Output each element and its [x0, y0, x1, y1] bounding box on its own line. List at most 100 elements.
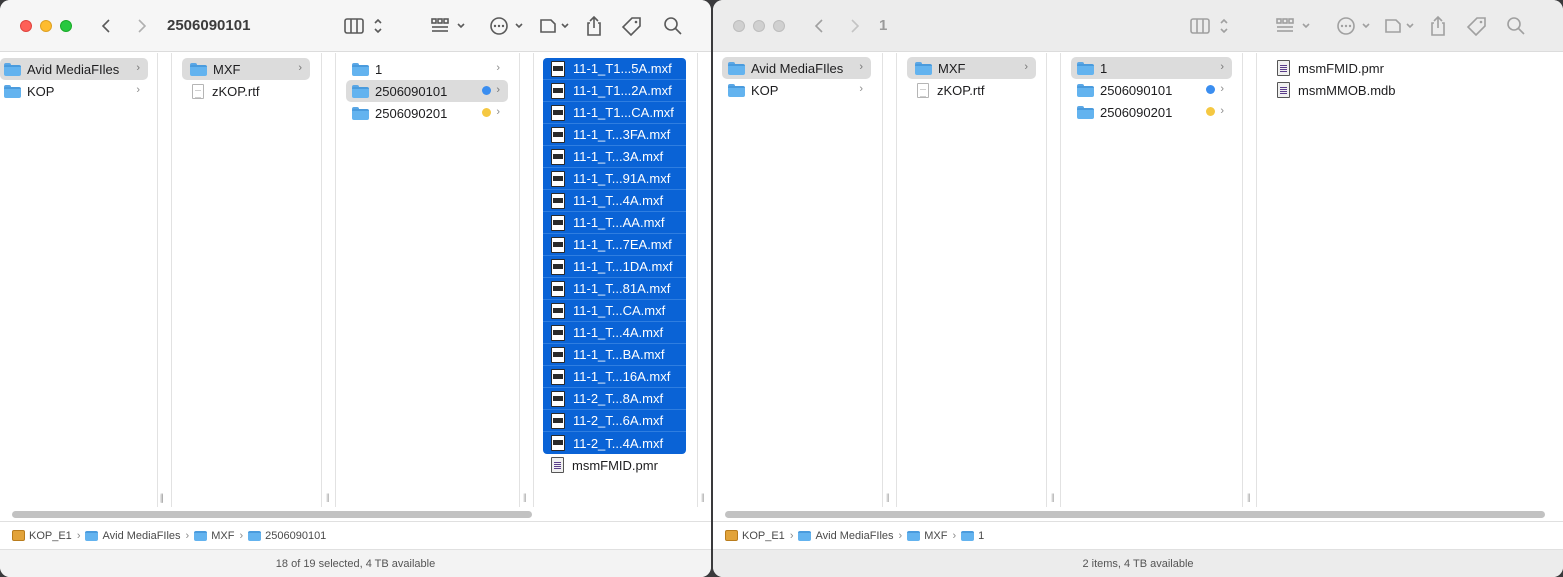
group-button[interactable]	[1275, 14, 1315, 38]
list-item-mxf-file[interactable]: 11-1_T1...CA.mxf	[543, 102, 686, 124]
view-mode-button[interactable]	[343, 14, 387, 38]
more-button[interactable]	[488, 14, 528, 38]
path-separator-icon: ›	[239, 529, 244, 542]
tag-button[interactable]	[620, 14, 644, 38]
minimize-button[interactable]	[40, 20, 52, 32]
close-button[interactable]	[733, 20, 745, 32]
more-button[interactable]	[1335, 14, 1375, 38]
minimize-button[interactable]	[753, 20, 765, 32]
path-separator-icon: ›	[898, 529, 903, 542]
list-item-1[interactable]: 1 ›	[1071, 57, 1232, 79]
search-icon	[664, 17, 682, 35]
chevron-right-icon: ›	[136, 62, 140, 74]
list-item-mxf-file[interactable]: 11-1_T...BA.mxf	[543, 344, 686, 366]
list-item-kop[interactable]: KOP ›	[722, 79, 871, 101]
item-label: 11-1_T...4A.mxf	[573, 325, 664, 340]
share-button[interactable]	[1427, 14, 1449, 38]
list-item-mxf-file[interactable]: 11-1_T...1DA.mxf	[543, 256, 686, 278]
column-gutter	[1047, 53, 1061, 507]
path-separator-icon: ›	[952, 529, 957, 542]
forward-button[interactable]	[845, 14, 865, 38]
path-crumb-current[interactable]: 1	[961, 530, 984, 542]
folder-icon	[194, 530, 208, 541]
zoom-button[interactable]	[773, 20, 785, 32]
list-item-mxf-file[interactable]: 11-1_T...3FA.mxf	[543, 124, 686, 146]
list-item-mxf-file[interactable]: 11-1_T...AA.mxf	[543, 212, 686, 234]
list-item-2506090101[interactable]: 2506090101 ›	[346, 80, 508, 102]
list-item-mxf-file[interactable]: 11-1_T...CA.mxf	[543, 300, 686, 322]
status-text: 18 of 19 selected, 4 TB available	[275, 557, 436, 570]
zoom-button[interactable]	[60, 20, 72, 32]
list-item-2506090201[interactable]: 2506090201 ›	[1071, 101, 1232, 123]
list-item-mxf-file[interactable]: 11-1_T1...2A.mxf	[543, 80, 686, 102]
path-bar: KOP_E1 › Avid MediaFIles › MXF › 1	[713, 521, 1563, 549]
item-label: Avid MediaFIles	[751, 60, 844, 76]
group-button[interactable]	[430, 14, 470, 38]
list-item-mxf-file[interactable]: 11-2_T...6A.mxf	[543, 410, 686, 432]
list-item-mxf-file[interactable]: 11-1_T...4A.mxf	[543, 322, 686, 344]
list-item-mxf-file[interactable]: 11-1_T...7EA.mxf	[543, 234, 686, 256]
forward-button[interactable]	[132, 14, 152, 38]
list-item-kop[interactable]: KOP ›	[0, 80, 148, 102]
item-label: 11-1_T1...2A.mxf	[573, 83, 672, 98]
item-label: 11-1_T...AA.mxf	[573, 215, 665, 230]
list-item-mxf-file[interactable]: 11-1_T1...5A.mxf	[543, 58, 686, 80]
mxf-file-icon	[551, 82, 565, 99]
item-label: 11-1_T...16A.mxf	[573, 369, 671, 384]
path-crumb-drive[interactable]: KOP_E1	[12, 530, 72, 542]
list-item-mxf-file[interactable]: 11-1_T...4A.mxf	[543, 190, 686, 212]
list-item-mxf-file[interactable]: 11-1_T...91A.mxf	[543, 168, 686, 190]
item-label: 11-1_T...3A.mxf	[573, 149, 664, 164]
list-item-mxf-file[interactable]: 11-1_T...81A.mxf	[543, 278, 686, 300]
list-item-2506090201[interactable]: 2506090201 ›	[346, 102, 508, 124]
path-crumb-mxf[interactable]: MXF	[194, 530, 234, 542]
share-icon	[1431, 15, 1445, 36]
chevron-right-icon: ›	[859, 61, 863, 73]
share-button[interactable]	[583, 14, 605, 38]
list-item-mxf-file[interactable]: 11-1_T...3A.mxf	[543, 146, 686, 168]
path-crumb-mxf[interactable]: MXF	[907, 530, 947, 542]
item-label: msmFMID.pmr	[572, 457, 658, 473]
list-item-mxf-file[interactable]: 11-2_T...4A.mxf	[543, 432, 686, 454]
search-button[interactable]	[1505, 14, 1527, 38]
list-item-msmmmob-mdb[interactable]: msmMMOB.mdb	[1271, 79, 1471, 101]
list-item-1[interactable]: 1 ›	[346, 58, 508, 80]
list-item-mxf-file[interactable]: 11-1_T...16A.mxf	[543, 366, 686, 388]
column-3: 1 › 2506090101 › 2506090201 ›	[336, 53, 520, 507]
close-button[interactable]	[20, 20, 32, 32]
column-gutter	[698, 53, 711, 507]
list-item-avid-mediafiles[interactable]: Avid MediaFIles ›	[722, 57, 871, 79]
list-item-mxf[interactable]: MXF ›	[907, 57, 1036, 79]
view-mode-button[interactable]	[1189, 14, 1233, 38]
column-4: 11-1_T1...5A.mxf 11-1_T1...2A.mxf 11-1_T1.…	[534, 53, 698, 507]
tag-action-button[interactable]	[1383, 14, 1417, 38]
list-item-mxf[interactable]: MXF ›	[182, 58, 310, 80]
list-item-msmfmid-pmr[interactable]: msmFMID.pmr	[1271, 57, 1471, 79]
back-button[interactable]	[809, 14, 829, 38]
chevron-right-icon: ›	[496, 62, 500, 74]
folder-icon	[352, 84, 369, 98]
column-1: Avid MediaFIles › KOP › ||	[0, 53, 164, 507]
back-button[interactable]	[96, 14, 116, 38]
path-crumb-current[interactable]: 2506090101	[248, 530, 326, 542]
mxf-file-icon	[551, 412, 565, 429]
tag-button[interactable]	[1465, 14, 1489, 38]
list-item-mxf-file[interactable]: 11-2_T...8A.mxf	[543, 388, 686, 410]
document-icon	[192, 83, 204, 99]
list-item-2506090101[interactable]: 2506090101 ›	[1071, 79, 1232, 101]
status-bar: 18 of 19 selected, 4 TB available	[0, 549, 711, 577]
search-button[interactable]	[662, 14, 684, 38]
list-item-zkop-rtf[interactable]: zKOP.rtf	[907, 79, 1036, 101]
list-item-msmfmid-pmr[interactable]: msmFMID.pmr	[543, 454, 686, 476]
list-item-zkop-rtf[interactable]: zKOP.rtf	[182, 80, 310, 102]
mxf-file-icon	[551, 170, 565, 187]
path-crumb-avid[interactable]: Avid MediaFIles	[85, 530, 181, 542]
list-item-avid-mediafiles[interactable]: Avid MediaFIles ›	[0, 58, 148, 80]
chevron-right-icon: ›	[496, 84, 500, 96]
path-crumb-drive[interactable]: KOP_E1	[725, 530, 785, 542]
path-crumb-avid[interactable]: Avid MediaFIles	[798, 530, 894, 542]
item-label: Avid MediaFIles	[27, 61, 120, 77]
horizontal-scrollbar[interactable]	[12, 511, 532, 518]
horizontal-scrollbar[interactable]	[725, 511, 1545, 518]
tag-action-button[interactable]	[538, 14, 572, 38]
